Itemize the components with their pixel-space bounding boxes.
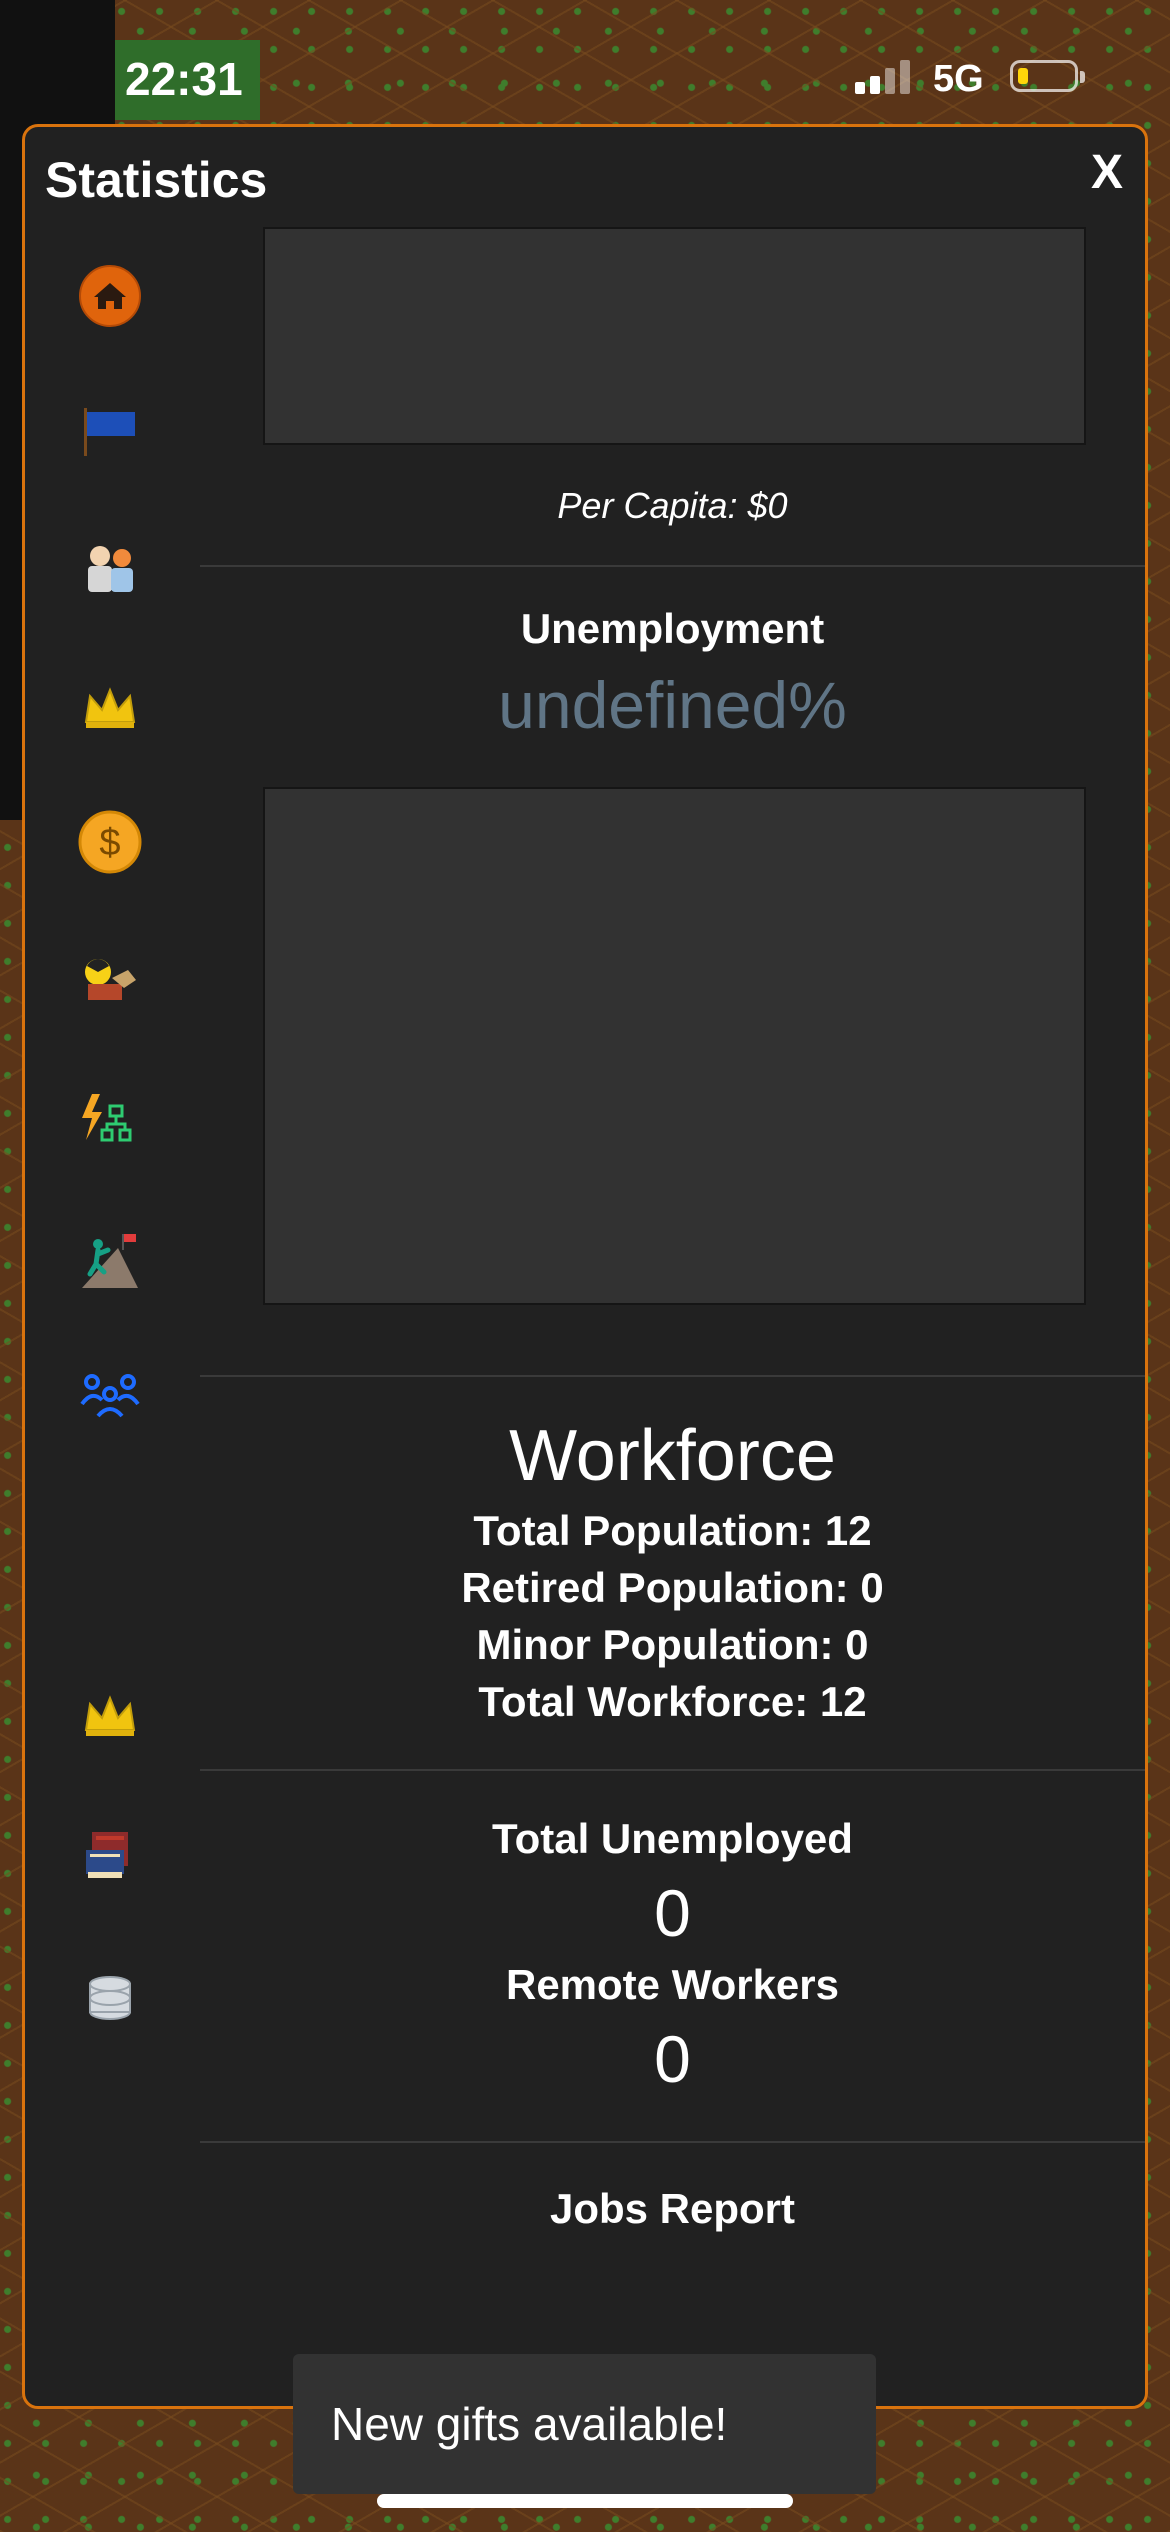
home-indicator[interactable] — [377, 2494, 793, 2508]
network-type: 5G — [933, 58, 984, 100]
section-divider — [200, 1769, 1145, 1771]
statistics-panel: Statistics X $ Per Capita: $0 Unemployme… — [22, 124, 1148, 2409]
power-network-icon[interactable] — [77, 1087, 143, 1153]
battery-icon — [1010, 60, 1085, 92]
total-unemployed-label: Total Unemployed — [492, 1815, 853, 1862]
per-capita-label: Per Capita: $0 — [557, 485, 788, 526]
dollar-coin-icon[interactable]: $ — [77, 809, 143, 875]
remote-workers-value: 0 — [654, 2022, 691, 2096]
resources-icon[interactable] — [77, 947, 143, 1013]
retired-population: Retired Population: 0 — [461, 1564, 884, 1611]
status-bar: 22:31 5G — [0, 0, 1170, 120]
crown-icon[interactable] — [77, 675, 143, 741]
crown-icon[interactable] — [77, 1683, 143, 1749]
stats-content: Per Capita: $0 Unemployment undefined% W… — [200, 127, 1145, 2406]
remote-workers-label: Remote Workers — [505, 1961, 839, 2008]
section-divider — [200, 565, 1145, 567]
toast-message: New gifts available! — [331, 2398, 728, 2450]
books-icon[interactable] — [77, 1823, 143, 1889]
citizens-icon[interactable] — [77, 535, 143, 601]
jobs-report-title: Jobs Report — [549, 2185, 796, 2232]
status-time: 22:31 — [125, 53, 243, 105]
flag-icon[interactable] — [77, 397, 143, 463]
battery-level — [1018, 68, 1028, 84]
section-divider — [200, 1375, 1145, 1377]
minor-population: Minor Population: 0 — [476, 1621, 869, 1668]
workforce-title: Workforce — [509, 1416, 836, 1496]
data-stack-icon[interactable] — [77, 1963, 143, 2029]
income-chart — [263, 227, 1086, 445]
section-divider — [200, 2141, 1145, 2143]
svg-text:$: $ — [99, 822, 120, 864]
unemployment-title: Unemployment — [520, 605, 825, 652]
cellular-signal-icon — [855, 58, 915, 94]
gifts-toast[interactable]: New gifts available! — [293, 2354, 876, 2494]
total-unemployed-value: 0 — [654, 1876, 691, 1950]
unemployment-chart — [263, 787, 1086, 1305]
people-group-icon[interactable] — [77, 1363, 143, 1429]
stats-sidebar: $ — [25, 127, 200, 2406]
total-workforce: Total Workforce: 12 — [478, 1678, 867, 1725]
unemployment-value: undefined% — [498, 668, 847, 742]
total-population: Total Population: 12 — [473, 1507, 872, 1554]
home-icon[interactable] — [77, 263, 143, 329]
climber-icon[interactable] — [77, 1227, 143, 1293]
